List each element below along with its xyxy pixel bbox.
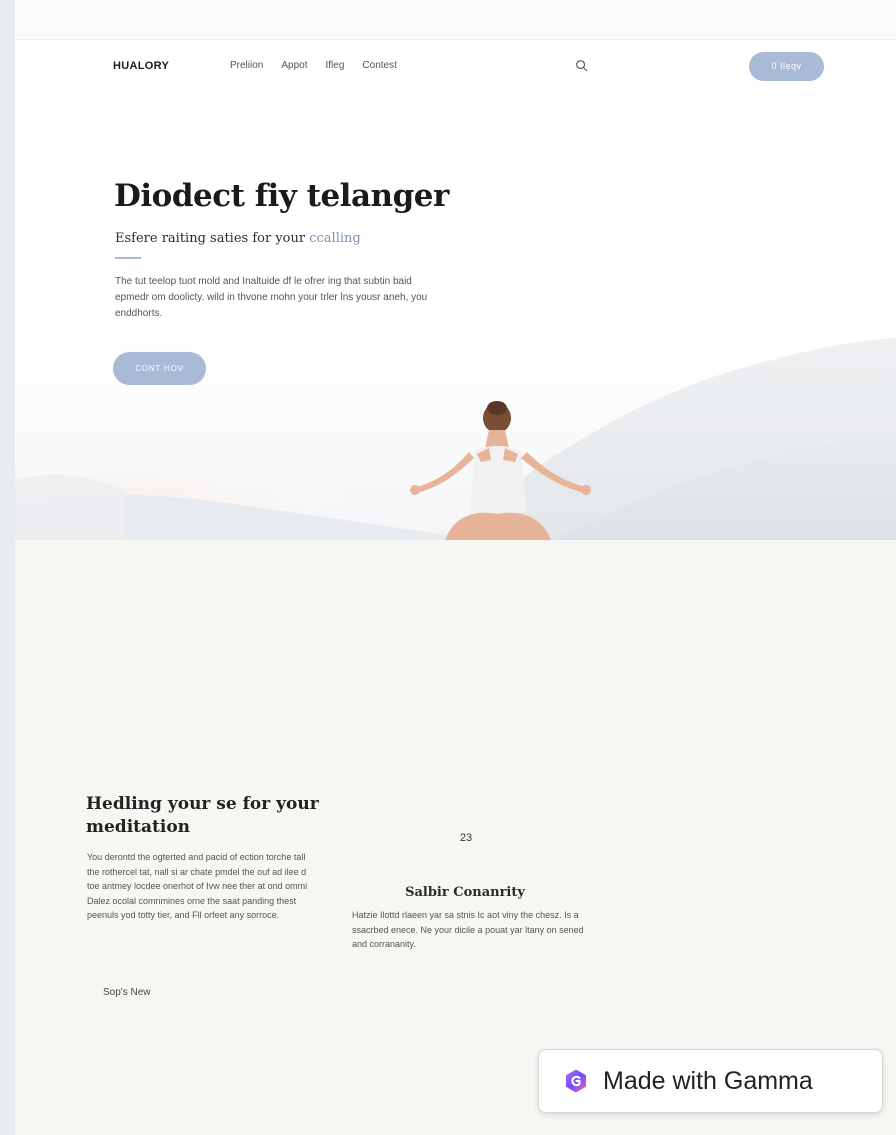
hero-section: HUALORY Preliion Appot Ifleg Contest 0 I…	[15, 40, 896, 540]
nav-link-ifleg[interactable]: Ifleg	[326, 60, 345, 71]
nav-link-contest[interactable]: Contest	[362, 60, 396, 71]
gamma-logo-icon	[566, 1069, 586, 1093]
hero-divider	[115, 257, 141, 259]
hero-description: The tut teelop tuot mold and Inaltuide d…	[115, 276, 428, 319]
hero-cta-button[interactable]: CONT HOV	[113, 352, 206, 385]
top-navigation: HUALORY Preliion Appot Ifleg Contest 0 I…	[15, 40, 896, 100]
meditation-section: Hedling your se for your meditation You …	[15, 540, 896, 1135]
community-card-title: Salbir Conanrity	[405, 885, 525, 900]
hero-subtitle-accent: ccalling	[309, 231, 361, 246]
nav-links: Preliion Appot Ifleg Contest	[230, 60, 415, 71]
badge-label: Made with Gamma	[603, 1066, 813, 1095]
stat-number: 23	[459, 832, 473, 844]
section-description: You derontd the ogterted and pacid of ec…	[87, 852, 308, 921]
section-link-button[interactable]: Sop's New	[103, 987, 151, 998]
nav-link-preliion[interactable]: Preliion	[230, 60, 263, 71]
hero-subtitle: Esfere raiting saties for your ccalling	[115, 231, 361, 246]
community-card-description: Hatzie Ilottd rlaeen yar sa stnis Ic aot…	[352, 910, 584, 950]
top-edge-strip	[15, 0, 896, 40]
hero-title: Diodect fiy telanger	[114, 178, 449, 214]
left-edge-strip	[0, 0, 15, 1135]
nav-cta-button[interactable]: 0 Ileqv	[749, 52, 824, 81]
section-title: Hedling your se for your meditation	[86, 794, 319, 837]
made-with-gamma-badge[interactable]: Made with Gamma	[538, 1049, 883, 1113]
nav-link-appot[interactable]: Appot	[281, 60, 307, 71]
hero-subtitle-main: Esfere raiting saties for your	[115, 231, 310, 246]
brand-logo[interactable]: HUALORY	[113, 60, 169, 72]
search-icon[interactable]	[575, 59, 588, 72]
